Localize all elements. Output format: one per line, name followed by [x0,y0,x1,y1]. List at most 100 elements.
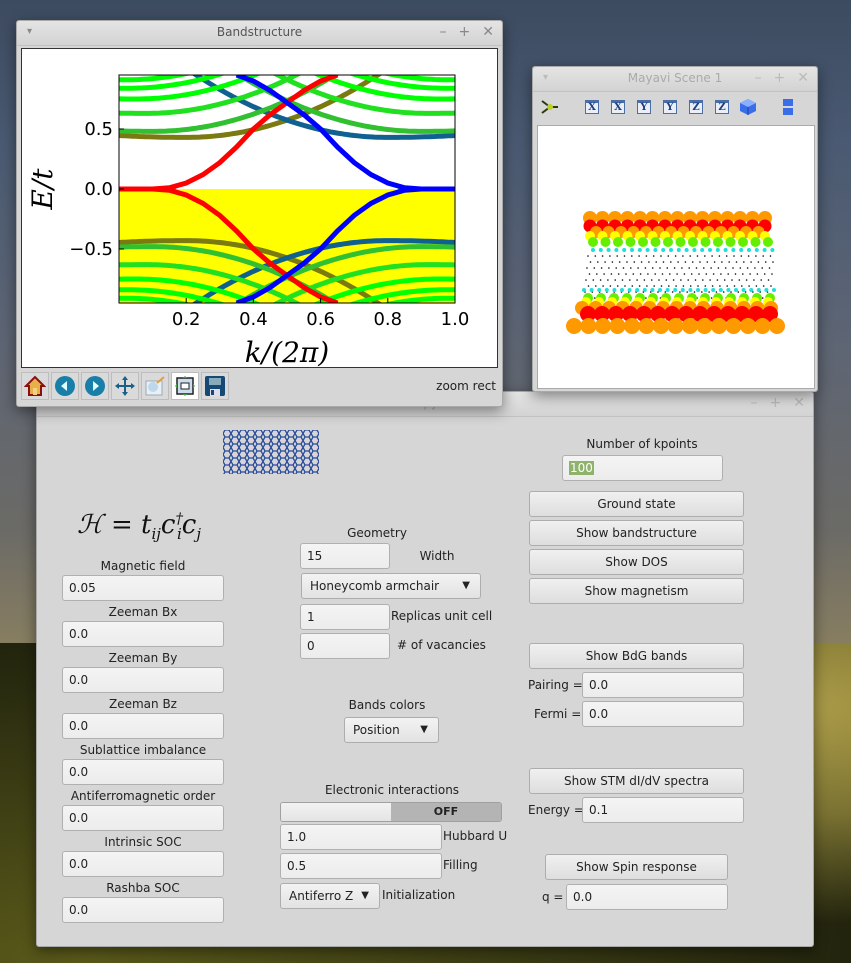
replicas-input[interactable]: 1 [300,604,390,630]
back-button[interactable] [51,372,79,400]
minimize-button[interactable]: – [751,395,758,411]
atom-small [769,255,772,257]
view-y-plus-button[interactable]: Y [631,94,657,120]
minimize-button[interactable]: – [755,70,762,86]
rashba-soc-input[interactable]: 0.0 [62,897,224,923]
y-tick-label: 0.5 [84,119,113,140]
show-bandstructure-button[interactable]: Show bandstructure [529,520,744,546]
atom-top-green [688,237,698,247]
x-tick-label: 0.2 [172,309,201,330]
initialization-select[interactable]: Antiferro Z ▼ [280,883,380,909]
fermi-input[interactable]: 0.0 [582,701,744,727]
view-z-plus-button[interactable]: Z [683,94,709,120]
view-x-plus-button[interactable]: X [579,94,605,120]
hubbard-input[interactable]: 1.0 [280,824,442,850]
vacancies-input[interactable]: 0 [300,633,390,659]
atom-small [682,285,685,287]
maximize-button[interactable]: + [459,24,471,40]
maximize-button[interactable]: + [770,395,782,411]
atom-small [586,267,588,269]
zeeman-bx-input[interactable]: 0.0 [62,621,224,647]
show-spin-response-button[interactable]: Show Spin response [545,854,728,880]
show-dos-button[interactable]: Show DOS [529,549,744,575]
mayavi-toolbar: X X Y Y Z Z [533,92,817,122]
atom-small [771,273,773,275]
atom-cyan [726,288,731,292]
toggle-axes-button[interactable] [775,94,801,120]
field-label: Rashba SOC [106,881,180,895]
atom-small [665,279,668,281]
kpoints-input[interactable]: 100 [562,455,723,481]
atom-small [754,267,756,269]
atom-small [602,285,604,287]
atom-cyan [582,288,586,292]
zeeman-bz-input[interactable]: 0.0 [62,713,224,739]
lattice-select-value: Honeycomb armchair [310,579,440,593]
show-magnetism-button[interactable]: Show magnetism [529,578,744,604]
mayavi-pipeline-button[interactable] [537,94,563,120]
atom-small [730,291,732,293]
close-button[interactable]: ✕ [793,395,805,411]
pairing-input[interactable]: 0.0 [582,672,744,698]
atom-small [616,285,619,287]
show-stm-button[interactable]: Show STM dI/dV spectra [529,768,744,794]
close-button[interactable]: ✕ [482,24,494,40]
atom-cyan [749,288,754,292]
atom-small [698,273,700,275]
zoom-rect-button[interactable] [141,372,169,400]
show-bdg-button[interactable]: Show BdG bands [529,643,744,669]
mayavi-titlebar[interactable]: ▾ Mayavi Scene 1 – + ✕ [533,67,817,92]
atom-top-green [588,237,598,247]
antiferromagnetic-order-input[interactable]: 0.0 [62,805,224,831]
chevron-down-icon: ▼ [462,580,470,591]
kpoints-label: Number of kpoints [586,437,698,451]
bandstructure-titlebar[interactable]: ▾ Bandstructure – + ✕ [17,21,502,46]
q-input[interactable]: 0.0 [566,884,728,910]
bands-colors-select[interactable]: Position ▼ [344,717,439,743]
x-tick-label: 0.4 [239,309,268,330]
atom-bottom-orange [595,318,611,334]
magnetic-field-input[interactable]: 0.05 [62,575,224,601]
atom-small [756,273,759,275]
atom-small [660,285,663,287]
atom-small [651,267,654,269]
atom-top-green [700,237,711,247]
q-label: q = [542,890,564,904]
view-z-minus-button[interactable]: Z [709,94,735,120]
atom-cyan [708,248,712,252]
atom-small [719,285,721,287]
atom-small [737,291,740,293]
isometric-view-button[interactable] [735,94,761,120]
graphene-lattice-image [223,430,319,474]
width-input[interactable]: 15 [300,543,390,569]
ground-state-button[interactable]: Ground state [529,491,744,517]
filling-input[interactable]: 0.5 [280,853,442,879]
lattice-select[interactable]: Honeycomb armchair ▼ [301,573,481,599]
atom-top-green [650,237,661,247]
atom-small [704,255,706,257]
zeeman-by-input[interactable]: 0.0 [62,667,224,693]
atom-small [648,261,650,263]
minimize-button[interactable]: – [440,24,447,40]
atom-small [693,291,696,293]
forward-button[interactable] [81,372,109,400]
atom-small [747,255,750,257]
pan-button[interactable] [111,372,139,400]
sublattice-imbalance-input[interactable]: 0.0 [62,759,224,785]
home-button[interactable] [21,372,49,400]
bandstructure-plot-canvas[interactable]: 0.2 0.4 0.6 0.8 1.0 −0.5 0.0 0.5 k/(2π) E/t [21,48,498,369]
maximize-button[interactable]: + [774,70,786,86]
intrinsic-soc-input[interactable]: 0.0 [62,851,224,877]
view-y-minus-button[interactable]: Y [657,94,683,120]
y-tick-label: −0.5 [69,239,113,260]
view-x-minus-button[interactable]: X [605,94,631,120]
close-button[interactable]: ✕ [797,70,809,86]
interactions-toggle[interactable]: OFF [280,802,502,822]
configure-subplots-button[interactable] [171,372,199,400]
atom-small [630,267,632,269]
energy-input[interactable]: 0.1 [582,797,744,823]
atom-small [696,255,699,257]
save-button[interactable] [201,372,229,400]
mayavi-3d-scene[interactable] [537,125,815,389]
atom-small [662,261,665,263]
